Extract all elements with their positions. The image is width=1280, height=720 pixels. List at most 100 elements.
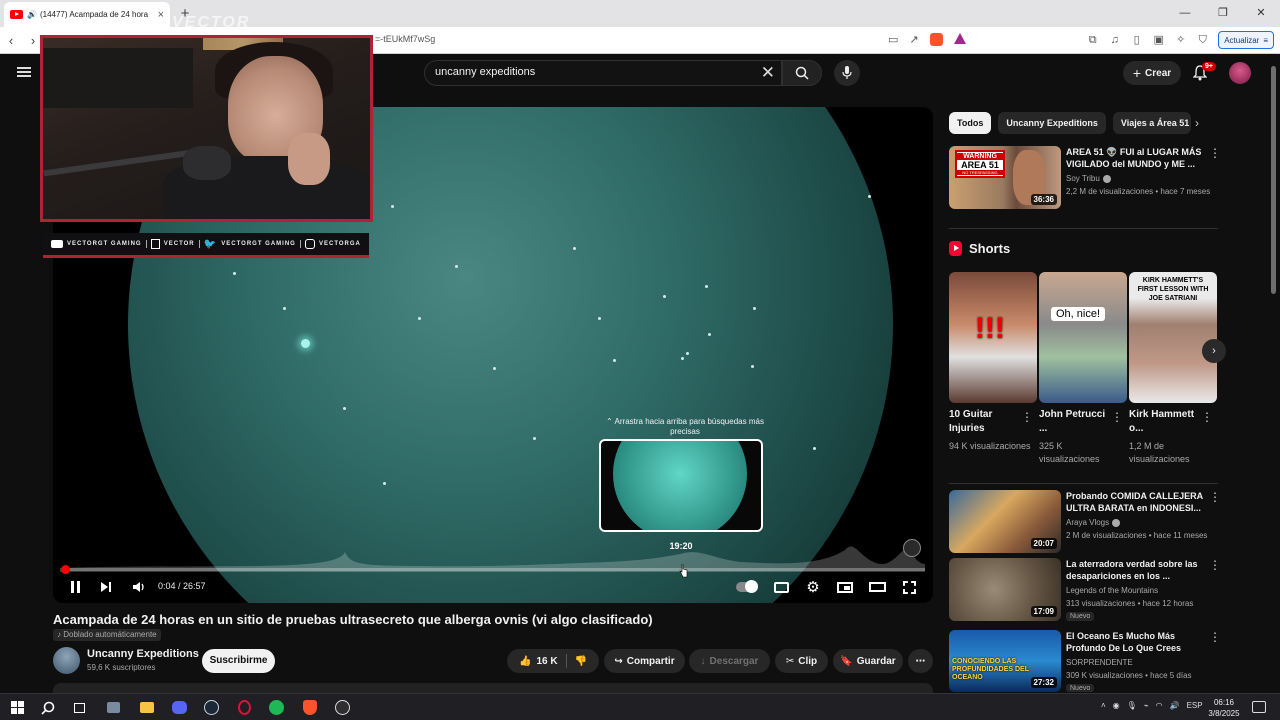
- more-options-icon[interactable]: ⋮: [1209, 146, 1221, 160]
- create-button[interactable]: + Crear: [1123, 61, 1181, 85]
- notification-center-icon[interactable]: [1252, 701, 1266, 713]
- close-window-button[interactable]: ✕: [1242, 0, 1280, 27]
- taskbar-brave[interactable]: [301, 699, 318, 716]
- more-options-icon[interactable]: ⋮: [1209, 490, 1221, 504]
- short-thumbnail[interactable]: !!!: [949, 272, 1037, 403]
- speaker-icon[interactable]: 🔊: [27, 10, 37, 19]
- short-title: Kirk Hammett o...: [1129, 409, 1195, 434]
- tray-app-icon[interactable]: ◉: [1113, 701, 1120, 710]
- minimize-button[interactable]: —: [1166, 0, 1204, 27]
- update-button[interactable]: Actualizar ≡: [1218, 31, 1274, 49]
- restore-button[interactable]: ❐: [1204, 0, 1242, 27]
- miniplayer-button[interactable]: [837, 576, 853, 598]
- account-avatar[interactable]: [1229, 62, 1251, 84]
- hamburger-menu-icon[interactable]: [17, 67, 31, 77]
- vpn-icon[interactable]: ⛉: [1196, 34, 1209, 47]
- reader-icon[interactable]: ⧉: [1086, 34, 1099, 47]
- close-tab-icon[interactable]: ×: [158, 9, 164, 21]
- description-box[interactable]: [53, 683, 933, 693]
- related-video[interactable]: 20:07 Probando COMIDA CALLEJERA ULTRA BA…: [949, 490, 1249, 554]
- short-thumbnail[interactable]: Oh, nice!: [1039, 272, 1127, 403]
- more-options-icon[interactable]: ⋮: [1209, 630, 1221, 644]
- taskbar-search-button[interactable]: [39, 699, 56, 716]
- taskbar-clock[interactable]: 06:16 3/8/2025: [1204, 697, 1244, 719]
- channel-name[interactable]: Uncanny Expeditions: [87, 648, 199, 660]
- back-button[interactable]: ‹: [0, 33, 22, 48]
- search-input[interactable]: uncanny expeditions ✕: [424, 60, 782, 86]
- download-button[interactable]: ↓ Descargar: [689, 649, 770, 673]
- short-thumbnail[interactable]: KIRK HAMMETT'S FIRST LESSON WITH JOE SAT…: [1129, 272, 1217, 403]
- related-title: El Oceano Es Mucho Más Profundo De Lo Qu…: [1066, 631, 1182, 653]
- chip-area51[interactable]: Viajes a Área 51: [1112, 112, 1191, 134]
- short-views: 325 K visualizaciones: [1039, 441, 1100, 464]
- browser-tab-active[interactable]: 🔊 (14477) Acampada de 24 hora ×: [4, 2, 170, 27]
- tray-wifi-icon[interactable]: ◠: [1156, 701, 1163, 710]
- screen-cast-icon[interactable]: ▭: [888, 33, 898, 46]
- chips-next-chevron-icon[interactable]: ›: [1195, 116, 1199, 130]
- related-thumbnail[interactable]: 17:09: [949, 558, 1061, 621]
- scrollbar-thumb[interactable]: [1271, 66, 1276, 294]
- theater-mode-button[interactable]: [868, 576, 886, 598]
- verified-icon: [1112, 518, 1121, 527]
- more-actions-button[interactable]: ⋯: [908, 649, 933, 673]
- mute-button[interactable]: [130, 576, 148, 598]
- subscribe-button[interactable]: Suscribirme: [202, 649, 275, 673]
- tray-usb-icon[interactable]: ⌁: [1144, 701, 1149, 710]
- tray-speaker-icon[interactable]: 🔊: [1170, 701, 1180, 710]
- leo-ai-icon[interactable]: ✧: [1174, 34, 1187, 47]
- channel-avatar[interactable]: [53, 647, 80, 674]
- subtitles-button[interactable]: [773, 576, 789, 598]
- fullscreen-button[interactable]: [901, 576, 917, 598]
- tray-microphone-icon[interactable]: 🎙: [1127, 701, 1137, 710]
- channel-watermark-icon[interactable]: [903, 539, 921, 557]
- related-thumbnail[interactable]: CONOCIENDO LAS PROFUNDIDADES DEL OCEANO …: [949, 630, 1061, 692]
- taskbar-spotify[interactable]: [268, 699, 285, 716]
- taskbar-app-explorer-alt[interactable]: [105, 699, 122, 716]
- taskbar-obs[interactable]: [334, 699, 351, 716]
- more-options-icon[interactable]: ⋮: [1209, 558, 1221, 572]
- next-button[interactable]: [98, 576, 114, 598]
- page-scrollbar[interactable]: [1270, 56, 1277, 692]
- voice-search-button[interactable]: [834, 60, 860, 86]
- taskbar-opera-gx[interactable]: [236, 699, 253, 716]
- taskbar-file-explorer[interactable]: [138, 699, 155, 716]
- clip-button[interactable]: ✂ Clip: [775, 649, 828, 673]
- related-thumbnail[interactable]: 20:07: [949, 490, 1061, 553]
- brave-rewards-icon[interactable]: [953, 33, 966, 44]
- taskbar-steam[interactable]: [203, 699, 220, 716]
- autoplay-toggle[interactable]: [735, 576, 759, 598]
- wallet-icon[interactable]: ▣: [1152, 34, 1165, 47]
- chip-channel[interactable]: Uncanny Expeditions: [998, 112, 1106, 134]
- progress-bar[interactable]: [63, 568, 925, 571]
- tray-overflow-chevron-icon[interactable]: ˄: [1101, 701, 1106, 710]
- brave-shields-icon[interactable]: [929, 33, 943, 46]
- task-view-button[interactable]: [71, 699, 88, 716]
- sidebar-icon[interactable]: ▯: [1130, 34, 1143, 47]
- related-video[interactable]: 17:09 La aterradora verdad sobre las des…: [949, 558, 1249, 622]
- related-video[interactable]: CONOCIENDO LAS PROFUNDIDADES DEL OCEANO …: [949, 630, 1249, 692]
- clear-search-icon[interactable]: ✕: [761, 63, 775, 83]
- related-video[interactable]: WARNING AREA 51 NO TRESPASSING 36:36 ARE…: [949, 146, 1249, 210]
- taskbar-discord[interactable]: [171, 699, 188, 716]
- share-button[interactable]: ↪ Compartir: [604, 649, 685, 673]
- start-button[interactable]: [9, 699, 26, 716]
- music-icon[interactable]: ♫: [1108, 34, 1121, 47]
- app-icon: [107, 702, 120, 713]
- divider: [299, 240, 301, 248]
- keyboard-language[interactable]: ESP: [1187, 701, 1203, 710]
- url-text[interactable]: =-tEUkMf7wSg: [375, 34, 435, 44]
- related-thumbnail[interactable]: WARNING AREA 51 NO TRESPASSING 36:36: [949, 146, 1061, 209]
- more-options-icon[interactable]: ⋮: [1201, 410, 1213, 424]
- like-button[interactable]: 👍 16 K: [519, 656, 558, 667]
- search-button[interactable]: [782, 60, 822, 86]
- more-options-icon[interactable]: ⋮: [1021, 410, 1033, 424]
- shorts-next-button[interactable]: ›: [1202, 339, 1226, 363]
- dislike-button[interactable]: 👎: [575, 656, 587, 667]
- pause-button[interactable]: [67, 576, 83, 598]
- star: [343, 407, 346, 410]
- save-button[interactable]: 🔖 Guardar: [833, 649, 903, 673]
- more-options-icon[interactable]: ⋮: [1111, 410, 1123, 424]
- share-icon[interactable]: ↗: [909, 33, 918, 46]
- chip-all[interactable]: Todos: [949, 112, 992, 134]
- settings-button[interactable]: ⚙: [805, 576, 821, 598]
